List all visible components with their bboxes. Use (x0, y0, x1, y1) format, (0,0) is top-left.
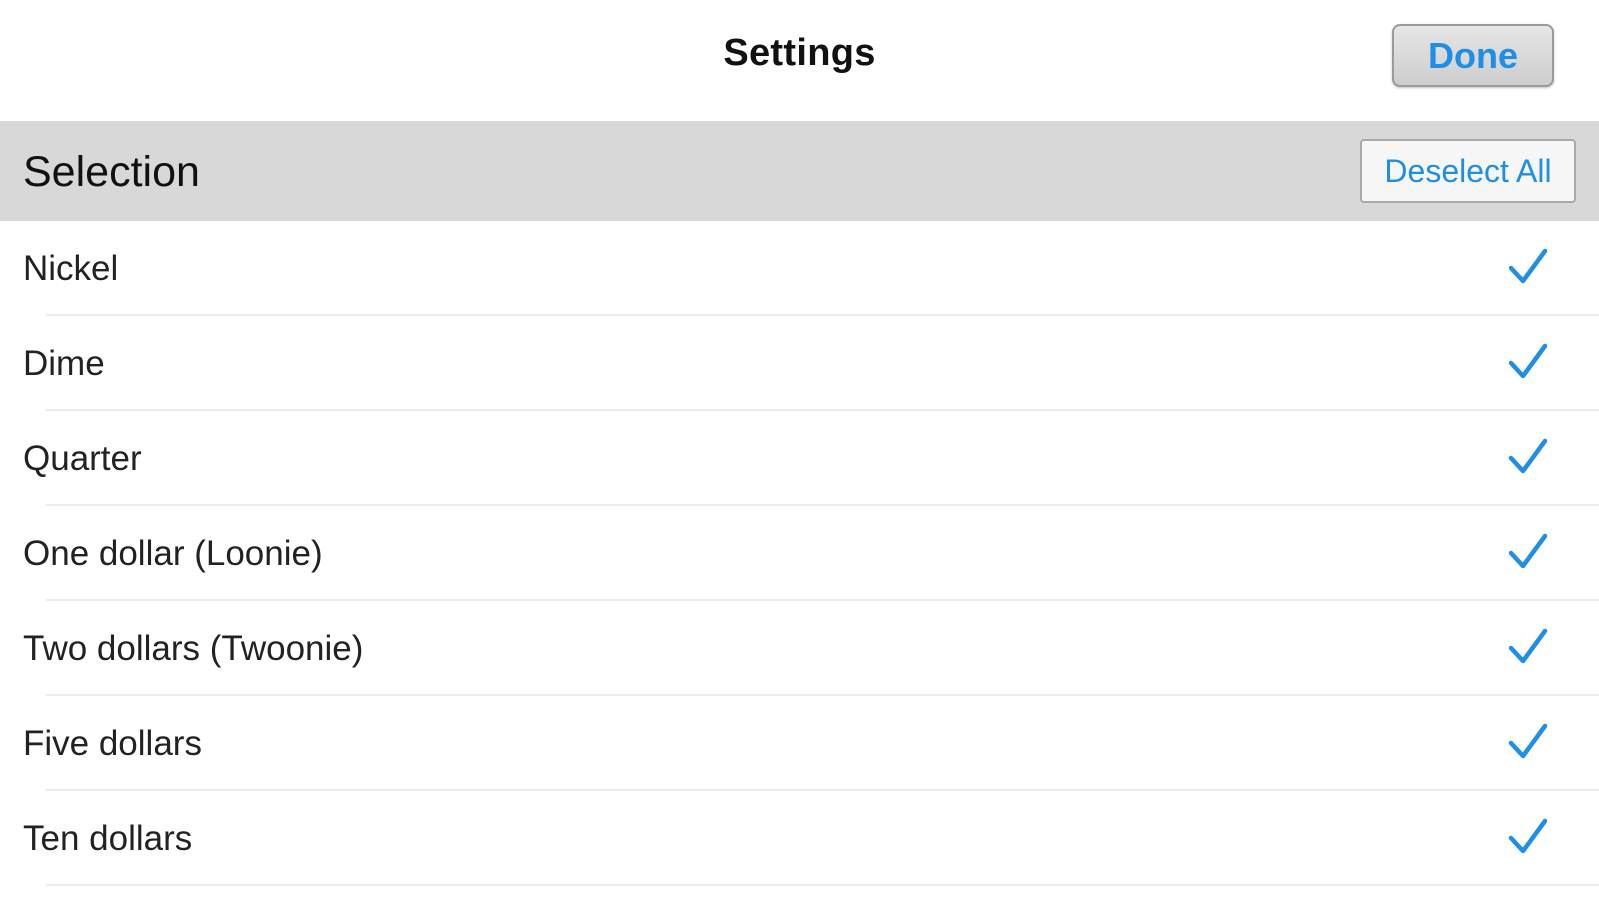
list-item-label: Five dollars (23, 724, 202, 763)
checkmark-icon (1508, 533, 1548, 569)
section-header: Selection Deselect All (0, 121, 1599, 221)
checkmark-icon (1508, 438, 1548, 474)
settings-screen: Settings Done Selection Deselect All Nic… (0, 0, 1599, 900)
selection-list: Nickel Dime Quarter One dollar (Loonie) … (0, 221, 1599, 886)
list-item-label: Nickel (23, 249, 119, 288)
list-item-dime[interactable]: Dime (0, 316, 1599, 411)
navigation-bar: Settings Done (0, 0, 1599, 121)
deselect-all-button[interactable]: Deselect All (1360, 139, 1576, 203)
section-title: Selection (23, 148, 200, 196)
list-item-label: Two dollars (Twoonie) (23, 629, 364, 668)
checkmark-icon (1508, 818, 1548, 854)
page-title: Settings (723, 32, 876, 74)
checkmark-icon (1508, 628, 1548, 664)
checkmark-icon (1508, 723, 1548, 759)
list-item-label: Dime (23, 344, 105, 383)
list-item-one-dollar[interactable]: One dollar (Loonie) (0, 506, 1599, 601)
checkmark-icon (1508, 343, 1548, 379)
checkmark-icon (1508, 248, 1548, 284)
list-item-two-dollars[interactable]: Two dollars (Twoonie) (0, 601, 1599, 696)
done-button[interactable]: Done (1392, 24, 1554, 87)
list-item-quarter[interactable]: Quarter (0, 411, 1599, 506)
list-item-five-dollars[interactable]: Five dollars (0, 696, 1599, 791)
list-item-ten-dollars[interactable]: Ten dollars (0, 791, 1599, 886)
list-item-label: One dollar (Loonie) (23, 534, 323, 573)
list-item-label: Quarter (23, 439, 142, 478)
list-item-label: Ten dollars (23, 819, 193, 858)
list-item-nickel[interactable]: Nickel (0, 221, 1599, 316)
